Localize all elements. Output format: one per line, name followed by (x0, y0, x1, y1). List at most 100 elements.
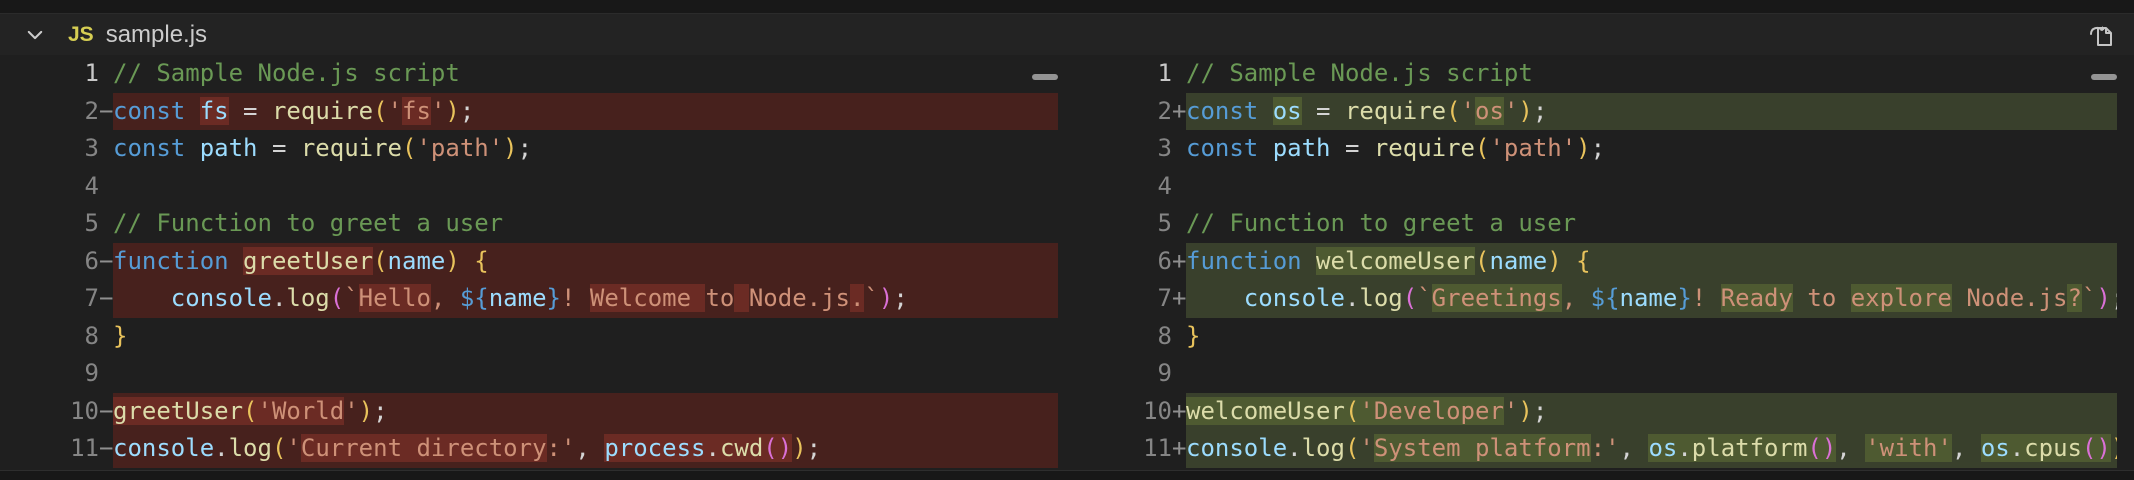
code-token (1186, 284, 1244, 312)
code-line[interactable]: 9 (0, 355, 1058, 393)
scrollbar-thumb-right[interactable] (2091, 74, 2117, 80)
no-sign (99, 355, 113, 393)
go-to-file-icon[interactable] (2084, 18, 2118, 52)
line-gutter: 2+ (1070, 93, 1186, 131)
code-content[interactable]: const fs = require('fs'); (113, 93, 1058, 131)
code-token: ) (879, 284, 893, 312)
code-token: System platform (1374, 434, 1591, 462)
code-line[interactable]: 10−greetUser('World'); (0, 393, 1058, 431)
no-sign (99, 205, 113, 243)
code-line[interactable]: 1// Sample Node.js script (1070, 55, 2134, 93)
code-content[interactable]: greetUser('World'); (113, 393, 1058, 431)
code-token: greetUser (243, 247, 373, 275)
code-content[interactable]: } (1186, 318, 2134, 356)
code-token: Hello (359, 284, 431, 312)
scrollbar-thumb-left[interactable] (1032, 74, 1058, 80)
code-line[interactable]: 5 // Function to greet a user (0, 205, 1058, 243)
diff-pane-original: 1// Sample Node.js script2−const fs = re… (0, 55, 1058, 470)
code-token: fs (200, 97, 229, 125)
line-gutter: 8 (0, 318, 113, 356)
code-token: , (1836, 434, 1865, 462)
code-line[interactable]: 8} (1070, 318, 2134, 356)
code-line[interactable]: 4 (0, 168, 1058, 206)
code-line[interactable]: 8} (0, 318, 1058, 356)
code-token: . (2010, 434, 2024, 462)
code-token: . (1287, 434, 1301, 462)
code-line[interactable]: 3const path = require('path'); (1070, 130, 2134, 168)
code-content[interactable] (113, 355, 1058, 393)
code-content[interactable]: function greetUser(name) { (113, 243, 1058, 281)
code-content[interactable] (113, 168, 1058, 206)
code-token: log (286, 284, 329, 312)
no-sign (1172, 205, 1186, 243)
code-token: ) (1576, 134, 1590, 162)
code-token: } (547, 284, 561, 312)
code-token: require (272, 97, 373, 125)
code-content[interactable]: console.log('Current directory:', proces… (113, 430, 1058, 468)
code-content[interactable]: } (113, 318, 1058, 356)
code-token: ? (2067, 284, 2081, 312)
code-token: Node.js (1952, 284, 2068, 312)
code-content[interactable]: console.log('System platform:', os.platf… (1186, 430, 2134, 468)
code-line[interactable]: 3const path = require('path'); (0, 130, 1058, 168)
code-content[interactable]: function welcomeUser(name) { (1186, 243, 2134, 281)
code-content[interactable]: const os = require('os'); (1186, 93, 2134, 131)
code-content[interactable]: // Function to greet a user (113, 205, 1058, 243)
code-line[interactable]: 2−const fs = require('fs'); (0, 93, 1058, 131)
code-token (1258, 134, 1272, 162)
code-line[interactable]: 10+welcomeUser('Developer'); (1070, 393, 2134, 431)
code-token: . (272, 284, 286, 312)
code-line[interactable]: 2+const os = require('os'); (1070, 93, 2134, 131)
code-content[interactable]: const path = require('path'); (1186, 130, 2134, 168)
diff-editor-body: 1// Sample Node.js script2−const fs = re… (0, 55, 2134, 470)
code-line[interactable]: 6+function welcomeUser(name) { (1070, 243, 2134, 281)
deleted-sign: − (99, 243, 113, 281)
code-content[interactable]: const path = require('path'); (113, 130, 1058, 168)
code-line[interactable]: 4 (1070, 168, 2134, 206)
deleted-sign: − (99, 393, 113, 431)
line-number: 5 (0, 205, 99, 243)
code-token (734, 284, 748, 312)
code-token: ) (792, 434, 806, 462)
code-token: :' (547, 434, 576, 462)
scrollbar-track-right[interactable] (2117, 55, 2134, 470)
code-token: ' (344, 397, 358, 425)
line-number: 4 (1070, 168, 1172, 206)
diff-filename: sample.js (106, 21, 207, 49)
code-content[interactable]: // Sample Node.js script (113, 55, 1058, 93)
code-content[interactable]: console.log(`Greetings, ${name}! Ready t… (1186, 280, 2134, 318)
code-content[interactable]: // Sample Node.js script (1186, 55, 2134, 93)
code-token: 'path' (1489, 134, 1576, 162)
code-token: . (1345, 284, 1359, 312)
line-gutter: 5 (0, 205, 113, 243)
chevron-down-icon[interactable] (24, 24, 46, 46)
code-line[interactable]: 11−console.log('Current directory:', pro… (0, 430, 1058, 468)
no-sign (99, 318, 113, 356)
line-number: 8 (1070, 318, 1172, 356)
code-content[interactable]: console.log(`Hello, ${name}! Welcome to … (113, 280, 1058, 318)
code-line[interactable]: 7+ console.log(`Greetings, ${name}! Read… (1070, 280, 2134, 318)
code-token: ; (1591, 134, 1605, 162)
code-token: ! (561, 284, 590, 312)
code-token: ; (373, 397, 387, 425)
code-content[interactable]: // Function to greet a user (1186, 205, 2134, 243)
added-sign: + (1172, 393, 1186, 431)
code-content[interactable]: welcomeUser('Developer'); (1186, 393, 2134, 431)
line-gutter: 10+ (1070, 393, 1186, 431)
code-line[interactable]: 11+console.log('System platform:', os.pl… (1070, 430, 2134, 468)
code-content[interactable] (1186, 355, 2134, 393)
code-token: const (113, 134, 185, 162)
code-line[interactable]: 5// Function to greet a user (1070, 205, 2134, 243)
code-content[interactable] (1186, 168, 2134, 206)
code-line[interactable]: 6−function greetUser(name) { (0, 243, 1058, 281)
code-token: cpus (2024, 434, 2082, 462)
code-line[interactable]: 7− console.log(`Hello, ${name}! Welcome … (0, 280, 1058, 318)
code-line[interactable]: 1// Sample Node.js script (0, 55, 1058, 93)
code-line[interactable]: 9 (1070, 355, 2134, 393)
line-gutter: 11− (0, 430, 113, 468)
js-language-icon: JS (68, 23, 94, 47)
code-token: ( (330, 284, 344, 312)
line-number: 7 (0, 280, 99, 318)
code-token: ! (1692, 284, 1721, 312)
code-token: ( (373, 247, 387, 275)
